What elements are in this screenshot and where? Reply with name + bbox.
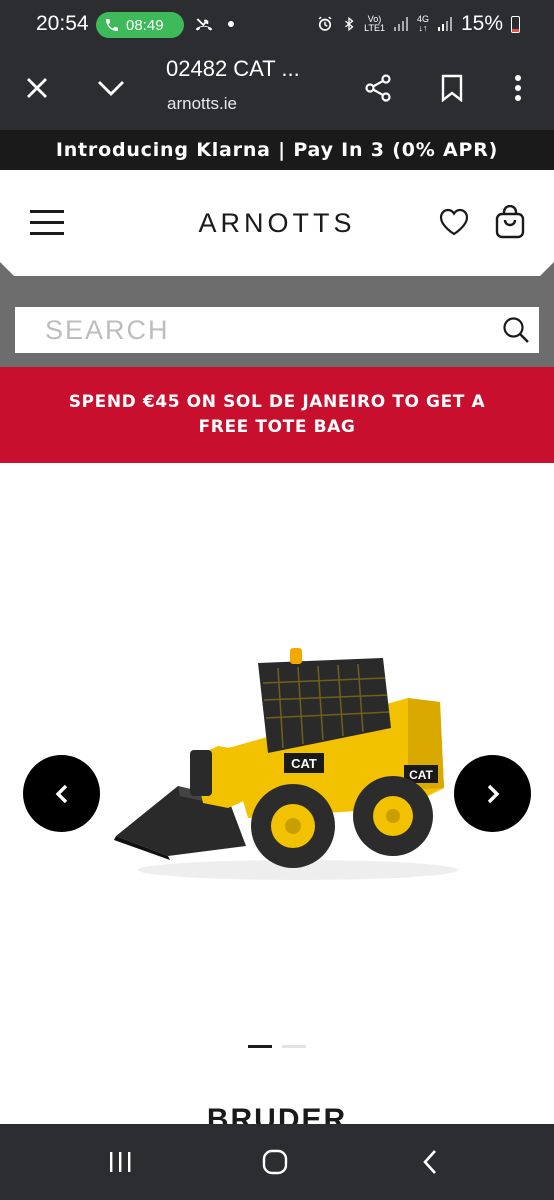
network-4g-label: 4G ↓↑ [416,14,429,33]
cat-decal-front: CAT [291,756,317,771]
share-button[interactable] [358,68,398,108]
next-image-button[interactable] [454,755,531,832]
status-time: 20:54 [36,12,89,35]
recent-apps-button[interactable] [100,1142,140,1182]
system-navigation-bar [0,1124,554,1200]
search-icon [503,317,529,343]
offer-banner[interactable]: SPEND €45 ON SOL DE JANEIRO TO GET A FRE… [0,367,554,463]
chevron-right-icon [487,784,499,803]
offer-line-2: FREE TOTE BAG [198,417,356,437]
chevron-down-icon [98,81,124,96]
search-bar [15,307,539,353]
cat-decal-side: CAT [409,768,433,782]
bookmark-button[interactable] [432,68,472,108]
share-icon [365,74,391,102]
offer-line-1: SPEND €45 ON SOL DE JANEIRO TO GET A [68,392,486,412]
home-button[interactable] [255,1142,295,1182]
site-header: ARNOTTS [0,170,554,277]
pagination-dot[interactable] [282,1045,306,1048]
page-domain[interactable]: arnotts.ie [167,94,237,114]
chevron-left-icon [55,784,67,803]
system-status: Vo) LTE1 4G ↓↑ 15% [316,12,520,36]
call-timer: 08:49 [126,16,164,34]
search-button[interactable] [501,315,531,345]
battery-percent: 15% [460,12,503,35]
bluetooth-icon [345,16,354,32]
missed-call-icon [195,18,213,31]
back-button[interactable] [410,1142,450,1182]
back-icon [423,1150,436,1174]
notification-icons [194,14,234,34]
promo-text: Introducing Klarna | Pay In 3 (0% APR) [55,139,499,161]
browser-toolbar: 02482 CAT ... arnotts.ie [0,50,554,130]
product-gallery: CAT CAT BRUDER [0,463,554,1136]
status-bar: 20:54 08:49 Vo) LTE1 4G ↓↑ 15% [0,0,554,50]
shopping-bag-button[interactable] [492,204,528,240]
wishlist-button[interactable] [436,204,472,240]
more-vertical-icon [515,75,521,101]
pagination-dot-active[interactable] [248,1045,272,1048]
volte-label: Vo) LTE1 [364,14,385,33]
close-tab-button[interactable] [17,68,57,108]
close-icon [27,78,47,98]
more-options-button[interactable] [498,68,538,108]
gallery-pagination [0,1045,554,1048]
signal-icon-2 [437,17,452,31]
alarm-icon [318,16,332,31]
klarna-promo-banner[interactable]: Introducing Klarna | Pay In 3 (0% APR) [0,130,554,170]
heart-icon [439,208,469,236]
wheel [251,784,335,868]
notification-dot [228,21,234,27]
bookmark-icon [441,74,463,102]
search-input[interactable] [45,307,485,353]
phone-icon [106,19,118,31]
battery-icon [511,15,520,33]
ongoing-call-pill[interactable]: 08:49 [96,12,184,38]
previous-image-button[interactable] [23,755,100,832]
page-title[interactable]: 02482 CAT ... [166,56,300,82]
product-image[interactable]: CAT CAT [108,638,458,888]
signal-icon-1 [393,17,408,31]
shopping-bag-icon [495,205,525,239]
recent-apps-icon [110,1152,131,1172]
expand-toolbar-button[interactable] [91,68,131,108]
home-icon [262,1149,288,1175]
